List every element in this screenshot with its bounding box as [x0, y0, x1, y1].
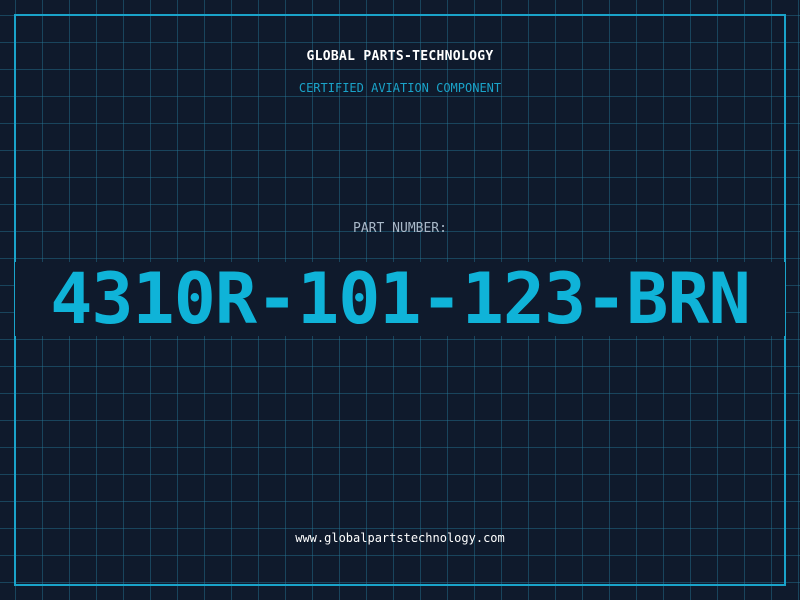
part-number-label: PART NUMBER:: [353, 221, 447, 236]
part-number-value: 4310R-101-123-BRN: [50, 258, 750, 340]
brand-tagline: CERTIFIED AVIATION COMPONENT: [298, 81, 502, 95]
label-canvas: GLOBAL PARTS-TECHNOLOGY CERTIFIED AVIATI…: [0, 0, 800, 600]
brand-name: GLOBAL PARTS-TECHNOLOGY: [306, 49, 494, 64]
website-url: www.globalpartstechnology.com: [295, 531, 505, 545]
